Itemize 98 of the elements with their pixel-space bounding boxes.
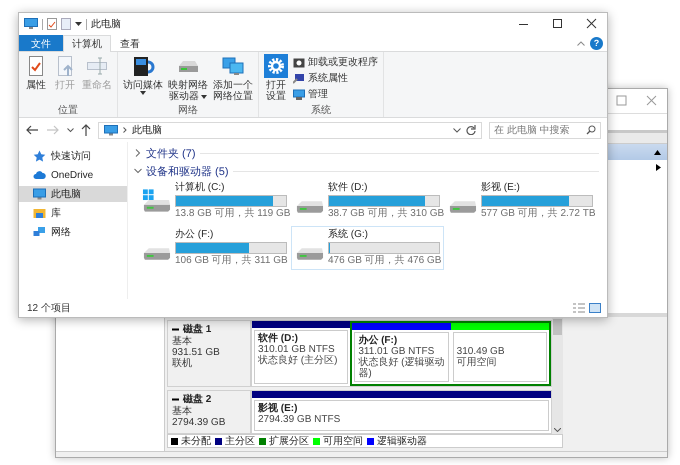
item-count: 12 个项目 [27,302,71,315]
ribbon-tab[interactable]: 查看 [111,35,149,51]
monitor-icon [104,124,118,136]
search-icon [586,125,596,135]
chevron-icon [123,127,127,133]
drive-name: 软件 (D:) [328,182,368,194]
monitor-icon [24,18,38,30]
ribbon-tab[interactable]: 文件 [19,35,63,51]
scrollbar-thumb[interactable] [553,319,562,335]
drive-name: 影视 (E:) [481,182,521,194]
ribbon-button[interactable]: 添加一个 网络位置 [211,54,255,105]
drive-tile[interactable]: 办公 (F:) 106 GB 可用，共 311 GB [138,226,291,270]
disk-name: 磁盘 2 [183,394,212,405]
help-button[interactable]: ? [590,36,603,50]
ribbon-small-button[interactable]: 管理 [291,87,380,101]
partition-size: 310.49 GB [456,346,506,357]
refresh-icon[interactable] [466,125,476,135]
chevron-icon[interactable] [134,167,142,175]
program-box-icon [293,56,305,68]
up-arrow-icon[interactable] [81,124,91,136]
drive-tile[interactable]: 软件 (D:) 38.7 GB 可用，共 310 GB [291,179,444,223]
large-icons-view-icon[interactable] [589,303,601,313]
sidebar-item[interactable]: 库 [19,205,127,221]
windows-drive-icon [142,188,171,214]
section-header[interactable]: 文件夹 (7) [146,146,196,160]
ribbon-tab[interactable]: 计算机 [63,35,111,52]
ribbon-button[interactable]: 打开 设置 [262,54,290,105]
drive-tile[interactable]: 系统 (G:) 476 GB 可用，共 476 GB [291,226,444,270]
partition-size: 310.01 GB NTFS [258,344,336,355]
caret-icon[interactable] [67,128,74,132]
group-label: 系统 [310,105,332,117]
disk-type: 基本 [172,336,193,347]
drive-icon [142,247,171,261]
partition-status: 状态良好 (逻辑驱动器) [358,357,445,379]
dash-icon [172,328,179,331]
sidebar-item[interactable]: 快速访问 [19,148,127,164]
star-icon [33,150,46,162]
partition-name: 软件 (D:) [258,333,299,344]
drive-space: 476 GB 可用，共 476 GB [328,255,440,267]
sidebar-item[interactable]: 此电脑 [19,186,127,202]
sidebar-item[interactable]: 网络 [19,224,127,240]
window-title: 此电脑 [91,18,121,31]
collapse-ribbon-icon[interactable] [577,40,585,46]
group-label: 网络 [177,105,199,117]
drive-icon [295,247,324,261]
partition-size: 2794.39 GB NTFS [258,414,342,425]
partition-size: 311.01 GB NTFS [358,346,436,357]
scroll-down-icon[interactable] [554,428,561,432]
ribbon-button[interactable]: 映射网络 驱动器 [166,54,210,105]
legend-label: 扩展分区 [269,434,309,448]
drive-tile[interactable]: 影视 (E:) 577 GB 可用，共 2.72 TB [444,179,597,223]
group-label: 位置 [57,105,79,117]
drive-space: 577 GB 可用，共 2.72 TB [481,208,593,220]
address-bar[interactable]: 此电脑 [98,122,482,138]
ribbon-small-button[interactable]: 卸载或更改程序 [291,55,380,69]
folder-icon [33,207,46,219]
dash-icon [172,398,179,401]
drive-icon [295,200,324,214]
partition-name: 办公 (F:) [358,335,398,346]
scrollbar[interactable] [552,317,563,434]
caret-icon[interactable] [75,22,82,26]
ribbon-button[interactable]: 属性 [22,54,50,105]
partition-status: 可用空间 [456,357,498,368]
sidebar-item[interactable]: OneDrive [19,167,127,183]
drive-name: 办公 (F:) [175,229,214,241]
dropdown-caret-icon[interactable] [453,128,461,132]
legend-label: 逻辑驱动器 [377,434,427,448]
legend-label: 可用空间 [323,434,363,448]
submenu-arrow-icon[interactable] [656,164,661,170]
cloud-icon [33,169,46,181]
details-view-icon[interactable] [573,303,585,313]
partition-name: 影视 (E:) [258,403,298,414]
chevron-icon[interactable] [134,149,142,157]
collapse-up-icon[interactable] [654,150,661,154]
extended-partition[interactable]: 办公 (F:) 311.01 GB NTFS 状态良好 (逻辑驱动器) 310.49 GB 可用空间 [350,321,551,386]
drive-name: 计算机 (C:) [175,182,226,194]
checklist-icon[interactable] [47,18,57,30]
drive-tile[interactable]: 计算机 (C:) 13.8 GB 可用，共 119 GB [138,179,291,223]
ribbon-small-button[interactable]: 系统属性 [291,71,380,85]
disk-status: 联机 [172,358,193,369]
back-icon[interactable] [25,124,39,136]
network-icon [33,226,46,238]
legend-label: 未分配 [181,434,211,448]
disk-type: 基本 [172,406,193,417]
actions-pane-header [605,133,667,144]
media-device-icon [131,54,155,78]
monitor-icon [33,188,46,200]
computer-manage-icon [293,88,305,100]
disk-size: 931.51 GB [172,347,221,358]
disk-size: 2794.39 GB [172,417,226,428]
partition-status: 状态良好 (主分区) [258,355,338,366]
disk-name: 磁盘 1 [183,324,212,335]
drive-icon [448,200,477,214]
ribbon-button[interactable]: 访问媒体 [121,54,165,105]
drive-space: 106 GB 可用，共 311 GB [175,255,287,267]
legend-label: 主分区 [225,434,255,448]
section-header[interactable]: 设备和驱动器 (5) [146,164,228,178]
drive-name: 系统 (G:) [328,229,369,241]
